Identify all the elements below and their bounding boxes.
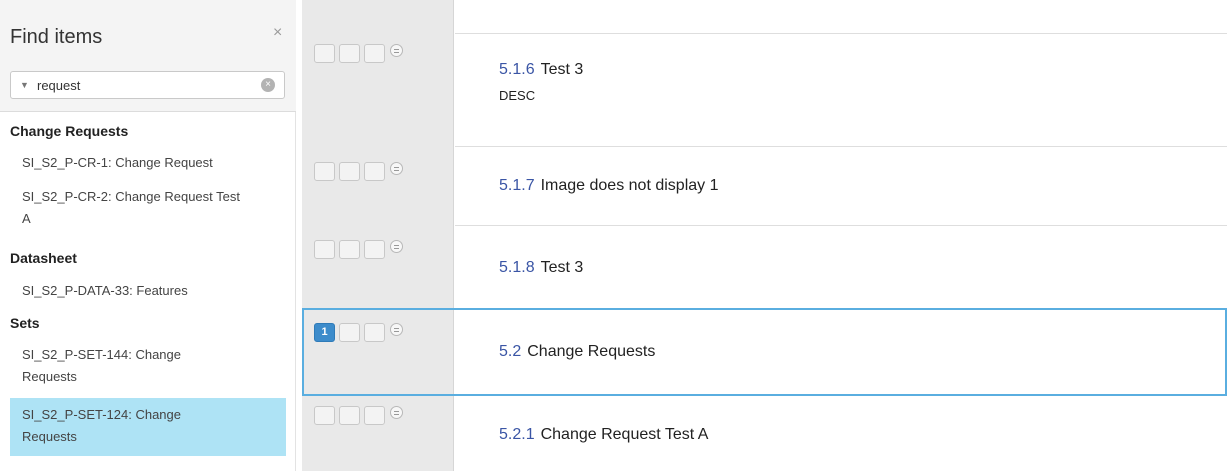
comment-icons-5-1-8 [314, 240, 404, 262]
link-icon[interactable] [339, 406, 360, 425]
attachment-icon[interactable] [364, 44, 385, 63]
comment-icon[interactable] [314, 44, 335, 63]
attachment-icon[interactable] [364, 323, 385, 342]
search-box: ▼ × [10, 71, 285, 99]
link-icon[interactable] [339, 44, 360, 63]
result-item-cr-1[interactable]: SI_S2_P-CR-1: Change Request [10, 152, 286, 174]
section-heading: 5.1.8 Test 3 [499, 259, 583, 277]
section-heading: 5.2.1 Change Request Test A [499, 426, 708, 444]
section-5-2-1[interactable]: 5.2.1 Change Request Test A [455, 398, 1227, 471]
result-item-set-124[interactable]: SI_S2_P-SET-124: Change Requests [10, 398, 286, 456]
section-title: Image does not display 1 [540, 177, 719, 194]
menu-icon[interactable] [390, 240, 403, 253]
search-input[interactable] [37, 75, 252, 95]
result-item-cr-2[interactable]: SI_S2_P-CR-2: Change Request Test A [10, 186, 286, 230]
find-panel-header: Find items × ▼ × [0, 0, 296, 112]
section-title: Test 3 [540, 61, 584, 78]
link-icon[interactable] [339, 240, 360, 259]
section-heading: 5.1.7 Image does not display 1 [499, 177, 718, 195]
section-number: 5.2 [499, 343, 522, 360]
panel-title: Find items [10, 26, 103, 48]
comment-icons-5-1-7 [314, 162, 404, 184]
attachment-icon[interactable] [364, 240, 385, 259]
find-items-panel: Find items × ▼ × Change Requests SI_S2_P… [0, 0, 296, 471]
comment-icons-5-2-1 [314, 406, 404, 428]
comment-icon[interactable] [314, 240, 335, 259]
result-item-data-33[interactable]: SI_S2_P-DATA-33: Features [10, 280, 286, 302]
search-filter-dropdown-icon[interactable]: ▼ [20, 80, 29, 90]
link-icon[interactable] [339, 162, 360, 181]
section-title: Change Request Test A [540, 426, 709, 443]
section-description: DESC [499, 88, 536, 103]
attachment-icon[interactable] [364, 406, 385, 425]
close-icon[interactable]: × [273, 24, 282, 42]
section-title: Change Requests [527, 343, 656, 360]
section-number: 5.1.6 [499, 61, 535, 78]
document-area: 5.1.6 Test 3 DESC 5.1.7 Image does not dis… [455, 0, 1227, 471]
section-heading: 5.1.6 Test 3 [499, 61, 583, 79]
section-number: 5.1.7 [499, 177, 535, 194]
attachment-icon[interactable] [364, 162, 385, 181]
section-5-1-6[interactable]: 5.1.6 Test 3 DESC [455, 34, 1227, 146]
group-heading-datasheet: Datasheet [10, 250, 77, 266]
comment-count-badge[interactable]: 1 [314, 323, 335, 342]
menu-icon[interactable] [390, 44, 403, 57]
section-title: Test 3 [540, 259, 584, 276]
clear-search-icon[interactable]: × [261, 78, 275, 92]
comment-icon[interactable] [314, 406, 335, 425]
group-heading-change-requests: Change Requests [10, 123, 129, 139]
menu-icon[interactable] [390, 406, 403, 419]
section-heading: 5.2 Change Requests [499, 343, 655, 361]
comment-icon[interactable] [314, 162, 335, 181]
section-5-1-7[interactable]: 5.1.7 Image does not display 1 [455, 147, 1227, 225]
menu-icon[interactable] [390, 323, 403, 336]
section-number: 5.1.8 [499, 259, 535, 276]
result-item-set-144[interactable]: SI_S2_P-SET-144: Change Requests [10, 344, 286, 388]
section-number: 5.2.1 [499, 426, 535, 443]
section-5-2[interactable]: 5.2 Change Requests [455, 310, 1227, 396]
comment-gutter: 1 [302, 0, 454, 471]
comment-icons-5-1-6 [314, 44, 404, 66]
comment-icons-5-2: 1 [314, 323, 404, 345]
group-heading-sets: Sets [10, 315, 40, 331]
menu-icon[interactable] [390, 162, 403, 175]
section-5-1-8[interactable]: 5.1.8 Test 3 [455, 226, 1227, 308]
link-icon[interactable] [339, 323, 360, 342]
